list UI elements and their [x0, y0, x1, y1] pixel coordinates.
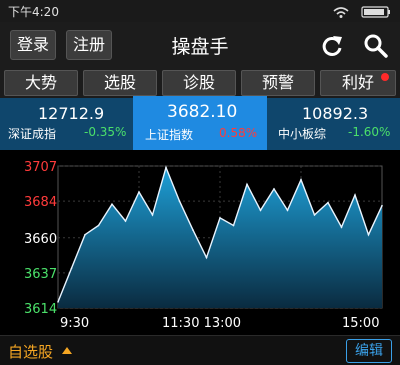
data-point [340, 226, 343, 228]
data-point [138, 191, 140, 193]
data-point [84, 233, 86, 236]
watchlist-label[interactable]: 自选股 [8, 341, 53, 362]
index-shanghai[interactable]: 3682.10 上证指数 0.58% [133, 96, 267, 152]
index-change: -0.35% [84, 125, 127, 139]
status-time: 下午4:20 [8, 5, 59, 19]
data-point [124, 220, 127, 222]
data-point [219, 217, 221, 219]
data-point [354, 194, 356, 196]
x-tick-label: 9:30 [60, 316, 89, 331]
app-bar: 登录 注册 操盘手 [0, 22, 400, 68]
index-name: 深证成指 [8, 127, 57, 141]
data-point [300, 178, 302, 181]
data-point [381, 204, 383, 207]
data-point [70, 267, 73, 270]
data-point [286, 209, 289, 212]
data-point [259, 209, 262, 212]
index-value: 10892.3 [302, 104, 369, 123]
index-change: -1.60% [348, 125, 391, 139]
status-icons [333, 6, 390, 18]
index-sme[interactable]: 10892.3 中小板综 -1.60% [268, 98, 400, 150]
y-tick-label: 3660 [24, 232, 57, 247]
edit-button[interactable]: 编辑 [346, 339, 392, 363]
index-shenzhen[interactable]: 12712.9 深证成指 -0.35% [0, 98, 132, 150]
chart-svg: 3707 3684 3660 3637 36149:30 11:30 13:00 15:00 [24, 160, 383, 331]
index-change: 0.58% [219, 126, 258, 140]
data-point [165, 166, 167, 169]
refresh-icon[interactable] [318, 32, 346, 60]
caret-up-icon[interactable] [62, 347, 72, 354]
tab-good-news[interactable]: 利好 [320, 70, 396, 96]
tab-diagnose[interactable]: 诊股 [162, 70, 236, 96]
data-point [313, 214, 316, 216]
data-point [327, 201, 329, 204]
index-value: 3682.10 [167, 102, 238, 122]
tab-stock-picker[interactable]: 选股 [83, 70, 157, 96]
bottom-bar: 自选股 编辑 [0, 335, 400, 365]
y-tick-label: 3684 [24, 195, 57, 210]
index-name: 中小板综 [278, 127, 327, 141]
search-icon[interactable] [362, 32, 390, 60]
data-point [97, 224, 100, 227]
register-button[interactable]: 注册 [66, 30, 112, 60]
data-point [192, 229, 194, 231]
notification-dot [381, 73, 389, 81]
data-point [205, 256, 208, 259]
status-bar: 下午4:20 [0, 0, 400, 22]
y-tick-label: 3707 [24, 160, 57, 175]
series-area [58, 167, 382, 308]
index-value: 12712.9 [38, 104, 105, 123]
wifi-icon [333, 7, 349, 18]
data-point [178, 200, 181, 202]
data-point [57, 301, 59, 303]
x-tick-label: 11:30 13:00 [162, 316, 241, 331]
data-point [273, 188, 275, 190]
data-point [232, 224, 235, 227]
x-tick-label: 15:00 [342, 316, 379, 331]
y-tick-label: 3637 [24, 267, 57, 282]
data-point [151, 214, 154, 216]
tab-alerts[interactable]: 预警 [241, 70, 315, 96]
battery-icon [361, 6, 390, 18]
login-button[interactable]: 登录 [10, 30, 56, 60]
index-name: 上证指数 [145, 128, 194, 142]
tab-market[interactable]: 大势 [4, 70, 78, 96]
data-point [111, 203, 113, 205]
data-point [367, 233, 370, 236]
intraday-chart[interactable]: 3707 3684 3660 3637 3614 9:30 11:30 13:00 15:00 [0, 150, 400, 332]
tab-bar: 大势 选股 诊股 预警 利好 [0, 68, 400, 98]
data-point [246, 183, 248, 186]
tab-good-news-label: 利好 [341, 73, 374, 92]
index-strip: 12712.9 深证成指 -0.35% 3682.10 上证指数 0.58% 1… [0, 96, 400, 152]
y-tick-label: 3614 [24, 302, 57, 317]
